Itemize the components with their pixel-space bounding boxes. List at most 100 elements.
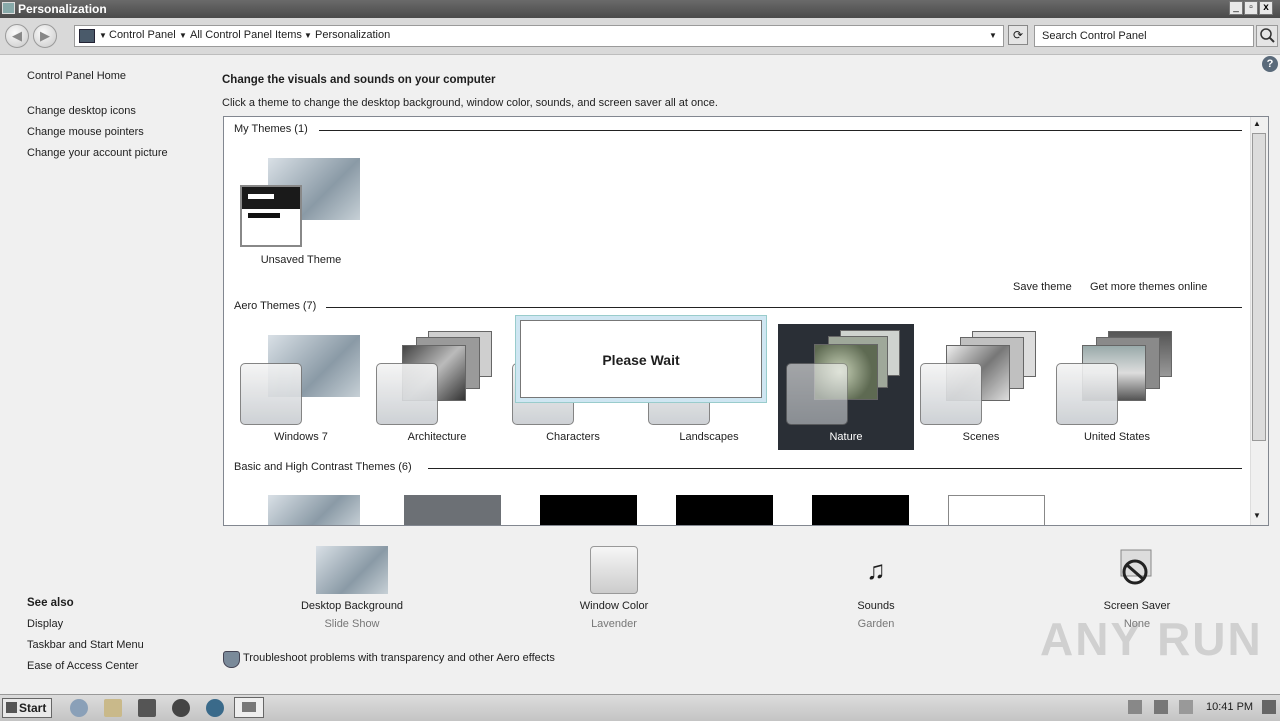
title-bar: Personalization _ ▫ x (0, 0, 1280, 18)
desktop-background-button[interactable]: Desktop Background Slide Show (282, 546, 422, 630)
breadcrumb-control-panel[interactable]: Control Panel (109, 29, 176, 41)
theme-list[interactable]: My Themes (1) Unsaved Theme Save theme G… (223, 116, 1269, 526)
theme-unsaved[interactable]: Unsaved Theme (236, 155, 362, 267)
volume-icon[interactable] (1128, 700, 1142, 714)
theme-high-contrast-2[interactable] (676, 495, 773, 525)
network-icon[interactable] (1154, 700, 1168, 714)
change-account-picture-link[interactable]: Change your account picture (27, 147, 168, 159)
personalization-app-icon (2, 2, 15, 14)
theme-label: Unsaved Theme (260, 254, 342, 266)
theme-united-states[interactable]: United States (1052, 325, 1178, 449)
close-button[interactable]: x (1259, 1, 1273, 15)
help-icon[interactable]: ? (1262, 56, 1278, 72)
maximize-button[interactable]: ▫ (1244, 1, 1258, 15)
window-color-button[interactable]: Window Color Lavender (544, 546, 684, 630)
sounds-button[interactable]: ♫ Sounds Garden (806, 546, 946, 630)
start-button[interactable]: Start (2, 698, 52, 718)
forward-button[interactable]: ▶ (33, 24, 57, 48)
window-color-label: Window Color (579, 600, 649, 612)
action-center-flag-icon[interactable] (1179, 700, 1193, 714)
aero-themes-heading: Aero Themes (7) (234, 300, 317, 312)
preview-bar (248, 194, 274, 199)
internet-explorer-icon[interactable] (70, 699, 88, 717)
desktop-background-label: Desktop Background (300, 600, 404, 612)
window-color-glass (376, 363, 438, 425)
window-color-glass (240, 363, 302, 425)
theme-high-contrast-white[interactable] (948, 495, 1045, 525)
see-also-heading: See also (27, 597, 74, 609)
search-icon (1260, 28, 1275, 43)
address-bar[interactable]: ▼ Control Panel ▼ All Control Panel Item… (74, 25, 1004, 47)
refresh-button[interactable]: ⟳ (1008, 25, 1028, 45)
control-panel-home-link[interactable]: Control Panel Home (27, 70, 126, 82)
breadcrumb-all-items[interactable]: All Control Panel Items (190, 29, 302, 41)
get-more-themes-link[interactable]: Get more themes online (1090, 281, 1207, 293)
minimize-button[interactable]: _ (1229, 1, 1243, 15)
save-theme-link[interactable]: Save theme (1013, 281, 1072, 293)
edge-icon[interactable] (206, 699, 224, 717)
theme-high-contrast-1[interactable] (540, 495, 637, 525)
breadcrumb-personalization[interactable]: Personalization (315, 29, 390, 41)
scrollbar-thumb[interactable] (1252, 133, 1266, 441)
change-mouse-pointers-link[interactable]: Change mouse pointers (27, 126, 144, 138)
theme-scenes[interactable]: Scenes (916, 325, 1042, 449)
scroll-down-arrow[interactable]: ▼ (1253, 511, 1261, 520)
divider (326, 307, 1242, 308)
shield-icon (223, 651, 240, 668)
search-placeholder: Search Control Panel (1042, 30, 1147, 42)
theme-label: United States (1083, 431, 1151, 443)
file-explorer-icon[interactable] (104, 699, 122, 717)
media-player-icon[interactable] (138, 699, 156, 717)
my-themes-heading: My Themes (1) (234, 123, 308, 135)
theme-windows-basic[interactable] (268, 495, 360, 525)
theme-label: Windows 7 (274, 431, 328, 443)
scroll-up-arrow[interactable]: ▲ (1253, 119, 1261, 128)
chrome-icon[interactable] (172, 699, 190, 717)
search-button[interactable] (1256, 25, 1278, 47)
sounds-label: Sounds (857, 600, 895, 612)
back-button[interactable]: ◀ (5, 24, 29, 48)
page-heading: Change the visuals and sounds on your co… (222, 74, 496, 86)
taskbar: Start 10:41 PM (0, 694, 1280, 721)
window-color-glass (786, 363, 848, 425)
chevron-down-icon[interactable]: ▼ (179, 31, 187, 40)
chevron-down-icon[interactable]: ▼ (99, 31, 107, 40)
theme-label: Scenes (962, 431, 1000, 443)
troubleshoot-aero-link[interactable]: Troubleshoot problems with transparency … (243, 652, 555, 664)
chevron-down-icon[interactable]: ▼ (304, 31, 312, 40)
theme-architecture[interactable]: Architecture (372, 325, 498, 449)
basic-themes-heading: Basic and High Contrast Themes (6) (234, 461, 412, 473)
please-wait-text: Please Wait (602, 352, 680, 368)
show-desktop-icon[interactable] (1262, 700, 1276, 714)
ease-of-access-link[interactable]: Ease of Access Center (27, 660, 138, 672)
theme-high-contrast-black[interactable] (812, 495, 909, 525)
window-color-icon (590, 546, 638, 594)
window-color-glass (920, 363, 982, 425)
desktop-background-icon (316, 546, 388, 594)
start-label: Start (19, 701, 47, 715)
music-notes-icon: ♫ (866, 555, 886, 585)
display-link[interactable]: Display (27, 618, 63, 630)
search-input[interactable]: Search Control Panel (1034, 25, 1254, 47)
taskbar-start-menu-link[interactable]: Taskbar and Start Menu (27, 639, 144, 651)
change-desktop-icons-link[interactable]: Change desktop icons (27, 105, 136, 117)
window-color-value: Lavender (591, 618, 637, 630)
theme-label: Landscapes (679, 431, 739, 443)
please-wait-dialog: Please Wait (515, 315, 767, 403)
theme-list-scrollbar[interactable]: ▲ ▼ (1250, 117, 1268, 525)
taskbar-personalization-window[interactable] (234, 697, 264, 718)
window-preview (240, 185, 302, 247)
theme-windows-classic[interactable] (404, 495, 501, 525)
screen-saver-icon (1113, 546, 1161, 594)
divider (319, 130, 1242, 131)
page-subheading: Click a theme to change the desktop back… (222, 97, 718, 109)
watermark-logo: ANY RUN (1040, 613, 1263, 665)
preview-bar (248, 213, 280, 218)
theme-windows-7[interactable]: Windows 7 (236, 325, 362, 449)
address-history-dropdown[interactable]: ▼ (989, 31, 997, 40)
window-color-glass (1056, 363, 1118, 425)
windows-logo-icon (6, 702, 17, 713)
navigation-bar: ◀ ▶ ▼ Control Panel ▼ All Control Panel … (0, 18, 1280, 55)
clock[interactable]: 10:41 PM (1206, 701, 1253, 713)
theme-nature-selected[interactable]: Nature (778, 324, 914, 450)
